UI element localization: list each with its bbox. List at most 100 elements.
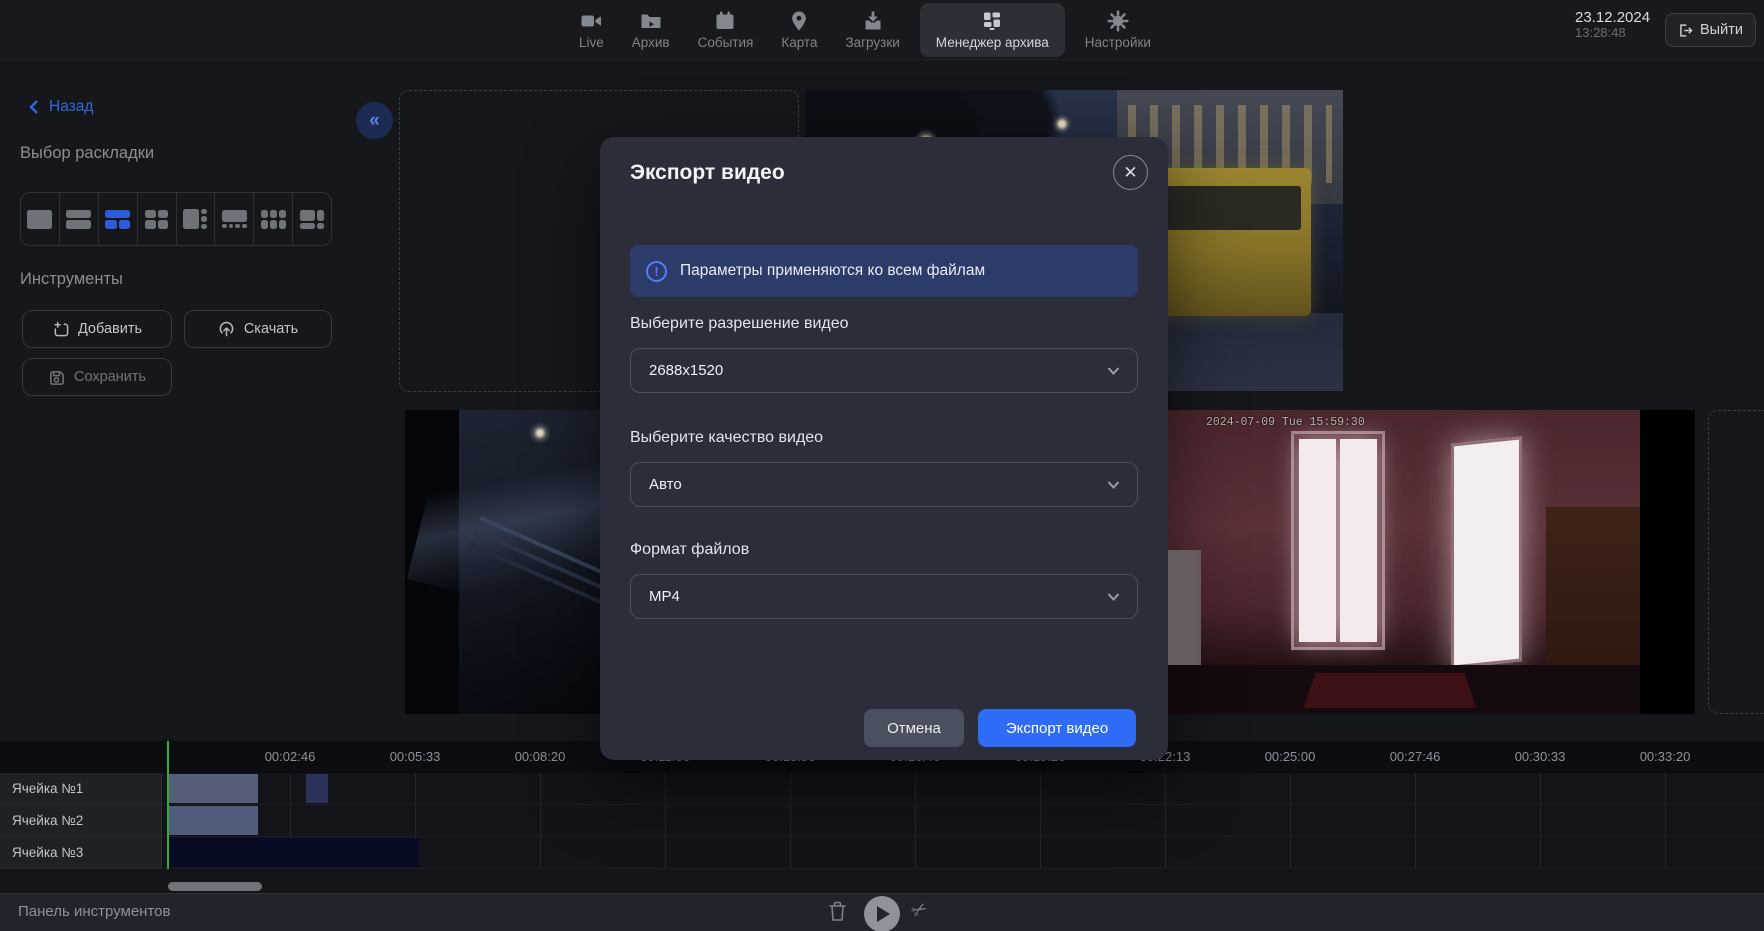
layout-3x2-icon [261,210,286,229]
add-label: Добавить [78,321,142,337]
layout-section-header: Выбор раскладки [20,144,154,163]
logout-label: Выйти [1700,22,1743,38]
hallway-video-thumbnail: 2024-07-09 Tue 15:59:30 [1168,410,1640,714]
timeline-track[interactable] [0,837,1764,869]
downloads-inbox-icon [862,10,884,32]
timeline-clip[interactable] [168,838,419,867]
scissors-icon: ✂ [908,897,932,923]
app-window: Live Архив События Карта Загрузки Менедж… [0,0,1764,931]
nav-item-map[interactable]: Карта [773,0,825,60]
nav-item-events[interactable]: События [690,0,762,60]
date-label: 23.12.2024 [1575,9,1650,26]
back-link[interactable]: Назад [27,98,93,116]
layout-option-2-rows[interactable] [60,193,99,245]
save-icon [48,369,65,386]
nav-item-label: Live [579,35,604,50]
layout-option-1-left-3-right[interactable] [177,193,216,245]
cut-button[interactable]: ✂ [907,897,932,925]
download-button[interactable]: Скачать [184,310,332,348]
download-icon [218,321,235,338]
video-timestamp-overlay: 2024-07-09 Tue 15:59:30 [1206,416,1365,429]
ruler-label: 00:30:33 [1515,749,1566,764]
layout-2-rows-icon [66,210,91,229]
nav-item-label: События [698,35,754,50]
nav-item-downloads[interactable]: Загрузки [837,0,907,60]
add-icon [52,321,69,338]
timeline-cell-label: Ячейка №1 [0,773,161,805]
layout-option-single[interactable] [21,193,60,245]
top-navbar: Live Архив События Карта Загрузки Менедж… [0,0,1764,60]
timeline-rows [0,773,1764,869]
layout-selector [20,192,332,246]
resolution-field: Выберите разрешение видео 2688x1520 [630,315,1138,393]
ruler-label: 00:27:46 [1390,749,1441,764]
main-nav: Live Архив События Карта Загрузки Менедж… [571,0,1159,60]
timeline-track[interactable] [0,805,1764,837]
ruler-label: 00:02:46 [265,749,316,764]
nav-item-archive[interactable]: Архив [624,0,678,60]
delete-button[interactable] [828,901,847,925]
layout-option-1-top-2-bottom[interactable] [99,193,138,245]
settings-gear-icon [1107,10,1129,32]
layout-1-left-3-right-icon [183,209,207,229]
nav-item-label: Настройки [1085,35,1151,50]
layout-mixed-icon [300,210,324,229]
quality-label: Выберите качество видео [630,429,1138,447]
empty-cell-bottom-right[interactable] [1708,410,1764,714]
format-select[interactable]: MP4 [630,574,1138,619]
nav-item-settings[interactable]: Настройки [1077,0,1159,60]
quality-value: Авто [649,476,1106,493]
layout-1-top-4-bottom-icon [222,210,247,228]
timeline-track[interactable] [0,773,1764,805]
timeline-clip[interactable] [168,774,258,803]
play-button[interactable] [864,896,900,931]
resolution-select[interactable]: 2688x1520 [630,348,1138,393]
timeline-cell-label: Ячейка №2 [0,805,161,837]
timeline-clip[interactable] [306,774,328,803]
export-button[interactable]: Экспорт видео [978,709,1136,747]
nav-item-archive-manager[interactable]: Менеджер архива [920,3,1065,57]
format-value: MP4 [649,588,1106,605]
play-icon [877,906,890,922]
timeline-scrollbar[interactable] [168,882,262,891]
map-pin-icon [788,10,810,32]
layout-option-3x2[interactable] [254,193,293,245]
layout-option-mixed[interactable] [293,193,331,245]
logout-button[interactable]: Выйти [1665,13,1756,47]
events-calendar-icon [714,10,736,32]
ruler-label: 00:05:33 [390,749,441,764]
nav-item-live[interactable]: Live [571,0,612,60]
time-label: 13:28:48 [1575,26,1650,41]
double-chevron-left-icon: « [369,110,380,131]
chevron-down-icon [1106,477,1121,492]
layout-option-2x2[interactable] [138,193,177,245]
chevron-down-icon [1106,589,1121,604]
format-label: Формат файлов [630,541,1138,559]
layout-option-1-top-4-bottom[interactable] [215,193,254,245]
tools-section-header: Инструменты [20,270,123,289]
chevron-left-icon [27,99,41,115]
info-icon: ! [646,261,667,282]
back-label: Назад [49,98,93,116]
info-banner-text: Параметры применяются ко всем файлам [680,262,985,280]
export-dialog: Экспорт видео ✕ ! Параметры применяются … [600,137,1168,760]
resolution-label: Выберите разрешение видео [630,315,1138,333]
chevron-down-icon [1106,363,1121,378]
nav-item-label: Архив [632,35,670,50]
bottom-toolbar: Панель инструментов ✂ [0,893,1764,931]
collapse-sidebar-button[interactable]: « [356,102,393,139]
close-dialog-button[interactable]: ✕ [1113,155,1148,190]
save-button[interactable]: Сохранить [22,358,172,396]
save-label: Сохранить [74,369,146,385]
timeline-playhead[interactable] [167,741,169,869]
info-banner: ! Параметры применяются ко всем файлам [630,245,1138,297]
cancel-button[interactable]: Отмена [864,709,964,747]
resolution-value: 2688x1520 [649,362,1106,379]
timeline-clip[interactable] [168,806,258,835]
close-icon: ✕ [1123,163,1137,182]
quality-select[interactable]: Авто [630,462,1138,507]
format-field: Формат файлов MP4 [630,541,1138,619]
video-cell-hallway[interactable]: 2024-07-09 Tue 15:59:30 [1168,410,1695,714]
toolbar-title: Панель инструментов [18,903,170,920]
add-button[interactable]: Добавить [22,310,172,348]
